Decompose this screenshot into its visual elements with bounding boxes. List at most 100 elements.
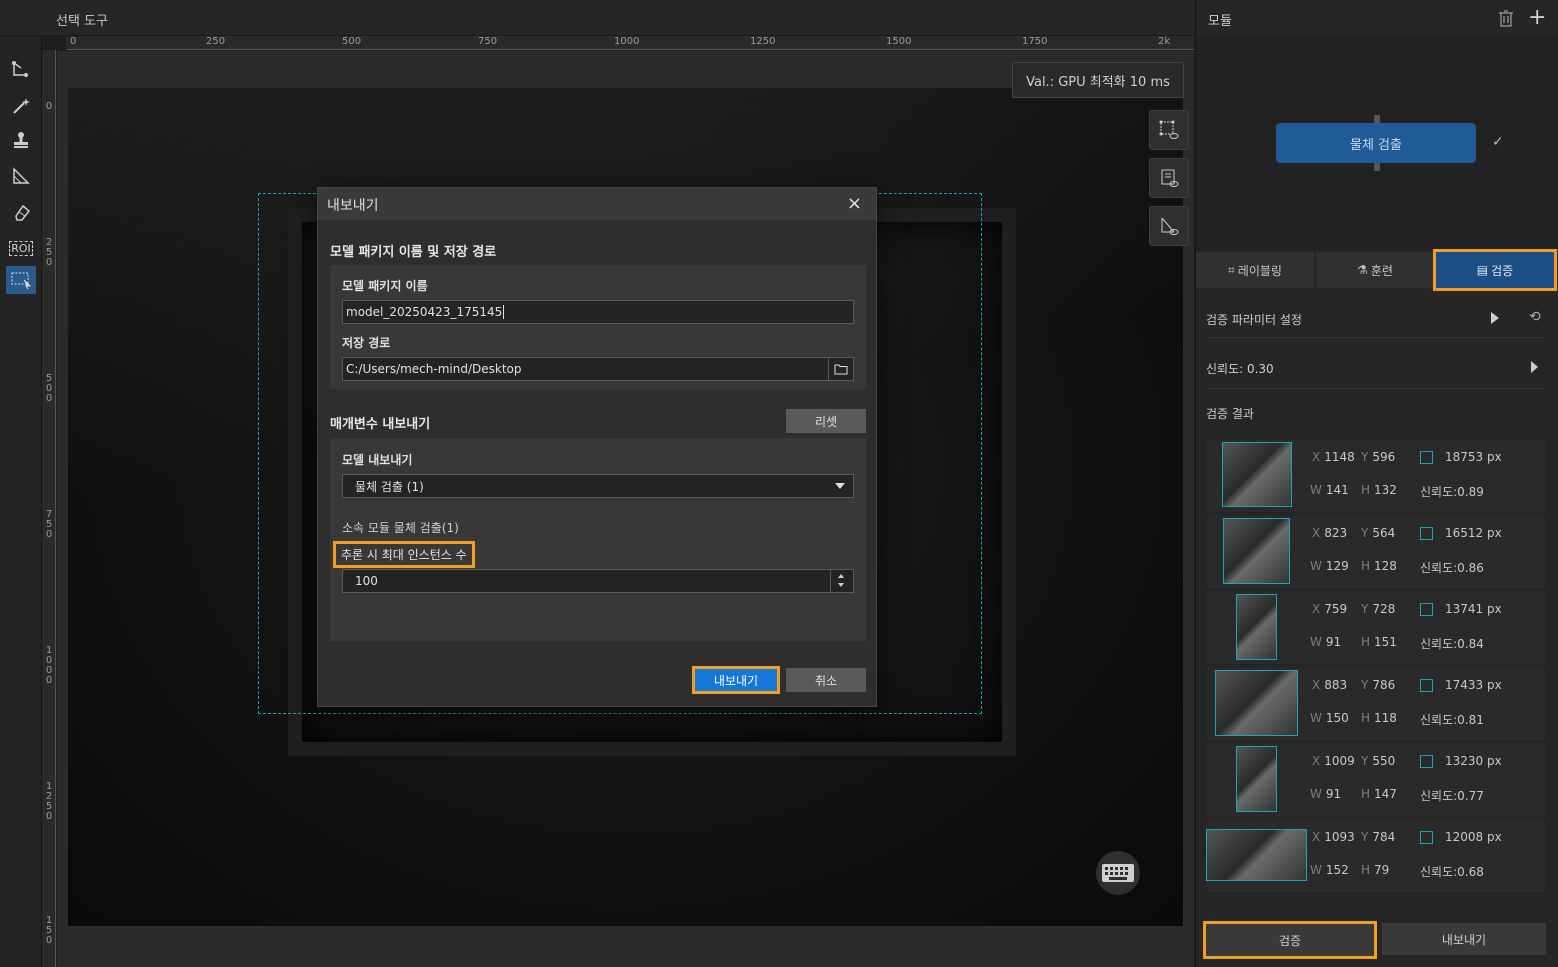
- result-area: 13230 px: [1445, 754, 1502, 768]
- result-w: W 91: [1310, 635, 1342, 649]
- canvas-title-bar: 선택 도구: [0, 0, 1195, 36]
- show-labels-icon[interactable]: [1149, 110, 1189, 150]
- ruler-tick-label: 1 2 5 0: [45, 781, 53, 822]
- result-w: W 150: [1310, 711, 1349, 725]
- result-thumbnail: [1222, 442, 1292, 507]
- folder-icon[interactable]: [828, 358, 853, 380]
- result-thumbnail: [1223, 518, 1290, 584]
- tab-training[interactable]: ⚗ 훈련: [1316, 252, 1434, 288]
- ruler-tick-label: 1 0 0 0: [45, 645, 53, 686]
- result-h: H 132: [1361, 483, 1397, 497]
- roi-tool[interactable]: ROI: [6, 234, 36, 262]
- mask-tool-icon[interactable]: [6, 162, 36, 190]
- result-thumbnail: [1215, 670, 1298, 736]
- result-thumbnail: [1206, 829, 1307, 881]
- result-y: Y 784: [1361, 830, 1396, 844]
- chevron-down-icon: [835, 483, 845, 489]
- result-checkbox[interactable]: [1420, 451, 1433, 464]
- add-icon[interactable]: +: [1528, 7, 1546, 29]
- tab-labeling-label: 레이블링: [1237, 263, 1282, 278]
- close-icon[interactable]: ×: [847, 193, 862, 214]
- ruler-tick-label: 0: [45, 101, 53, 112]
- bottom-actions: 검증 내보내기: [1196, 915, 1558, 967]
- ruler-tick-label: 1500: [886, 36, 912, 47]
- result-confidence: 신뢰도:0.89: [1420, 485, 1484, 499]
- dialog-export-button[interactable]: 내보내기: [692, 666, 780, 694]
- package-name-value: model_20250423_175145: [346, 305, 503, 319]
- module-panel-title: 모듈: [1208, 14, 1232, 29]
- labeling-icon: ⌗: [1228, 262, 1235, 277]
- ruler-tick-label: 5 0 0: [45, 373, 53, 404]
- result-confidence: 신뢰도:0.77: [1420, 789, 1484, 803]
- magic-wand-icon[interactable]: [6, 92, 36, 120]
- ruler-tick-label: 2 5 0: [45, 237, 53, 268]
- tab-validation[interactable]: ▤ 검증: [1433, 249, 1557, 291]
- result-area: 12008 px: [1445, 830, 1502, 844]
- selection-tool-icon[interactable]: [6, 266, 36, 294]
- spin-arrows-icon[interactable]: [830, 570, 853, 592]
- result-checkbox[interactable]: [1420, 755, 1433, 768]
- validation-icon: ▤: [1476, 263, 1489, 277]
- history-icon[interactable]: ⟲: [1529, 309, 1541, 325]
- tab-labeling[interactable]: ⌗ 레이블링: [1196, 252, 1314, 288]
- result-item[interactable]: X 1093 Y 784 12008 px W 152 H 79 신뢰도:0.68: [1206, 820, 1546, 893]
- result-y: Y 596: [1361, 450, 1396, 464]
- max-instances-spinbox[interactable]: 100: [342, 569, 854, 593]
- result-item[interactable]: X 823 Y 564 16512 px W 129 H 128 신뢰도:0.86: [1206, 516, 1546, 589]
- result-y: Y 786: [1361, 678, 1396, 692]
- play-icon[interactable]: [1491, 312, 1499, 324]
- package-panel: 모델 패키지 이름 model_20250423_175145 저장 경로 C:…: [330, 265, 866, 389]
- play-icon[interactable]: [1531, 361, 1538, 373]
- show-mask-icon[interactable]: [1149, 206, 1189, 246]
- result-checkbox[interactable]: [1420, 527, 1433, 540]
- result-area: 17433 px: [1445, 678, 1502, 692]
- export-dialog: 내보내기 × 모델 패키지 이름 및 저장 경로 모델 패키지 이름 model…: [317, 187, 877, 707]
- result-item[interactable]: X 1148 Y 596 18753 px W 141 H 132 신뢰도:0.89: [1206, 440, 1546, 513]
- result-checkbox[interactable]: [1420, 603, 1433, 616]
- package-name-input[interactable]: model_20250423_175145: [342, 300, 854, 324]
- module-node-object-detection[interactable]: 물체 검출: [1276, 123, 1476, 163]
- result-w: W 129: [1310, 559, 1349, 573]
- model-select[interactable]: 물체 검출 (1): [342, 474, 854, 498]
- keyboard-icon[interactable]: [1096, 851, 1140, 895]
- result-checkbox[interactable]: [1420, 831, 1433, 844]
- ruler-tick-label: 1000: [614, 36, 640, 47]
- result-item[interactable]: X 759 Y 728 13741 px W 91 H 151 신뢰도:0.84: [1206, 592, 1546, 665]
- ruler-tick-label: 750: [478, 36, 498, 47]
- save-path-input[interactable]: C:/Users/mech-mind/Desktop: [342, 357, 854, 381]
- validate-button[interactable]: 검증: [1203, 921, 1377, 959]
- result-x: X 883: [1312, 678, 1348, 692]
- result-x: X 823: [1312, 526, 1348, 540]
- save-path-label: 저장 경로: [342, 336, 391, 350]
- result-w: W 152: [1310, 863, 1349, 877]
- result-y: Y 550: [1361, 754, 1396, 768]
- dialog-header: 내보내기 ×: [318, 188, 876, 220]
- result-checkbox[interactable]: [1420, 679, 1433, 692]
- show-results-icon[interactable]: [1149, 158, 1189, 198]
- stamp-icon[interactable]: [6, 126, 36, 154]
- module-panel: 모듈 + 물체 검출 ✓ ⌗ 레이블링 ⚗ 훈련 ▤ 검증 검증 파라미터 설정 ⟲ …: [1195, 0, 1558, 967]
- section-package-title: 모델 패키지 이름 및 저장 경로: [330, 245, 497, 260]
- confidence-row[interactable]: 신뢰도: 0.30: [1206, 360, 1274, 377]
- horizontal-ruler: 0 250 500 750 1000 1250 1500 1750 2k: [66, 36, 1194, 50]
- reset-button[interactable]: 리셋: [786, 409, 866, 433]
- result-item[interactable]: X 1009 Y 550 13230 px W 91 H 147 신뢰도:0.77: [1206, 744, 1546, 817]
- vertical-ruler: 0 2 5 0 5 0 0 7 5 0 1 0 0 0 1 2 5 0 1 5 …: [42, 50, 56, 967]
- training-icon: ⚗: [1357, 263, 1368, 277]
- param-settings-row[interactable]: 검증 파라미터 설정: [1206, 311, 1302, 328]
- model-select-value: 물체 검출 (1): [355, 479, 424, 494]
- tab-validation-label: 검증: [1491, 263, 1514, 278]
- eraser-icon[interactable]: [6, 198, 36, 226]
- left-toolbar: ROI: [0, 36, 42, 967]
- result-x: X 1093: [1312, 830, 1355, 844]
- val-indicator: Val.: GPU 최적화 10 ms: [1012, 62, 1184, 98]
- ruler-tick-label: 7 5 0: [45, 509, 53, 540]
- trash-icon[interactable]: [1498, 9, 1514, 30]
- result-x: X 759: [1312, 602, 1348, 616]
- export-button[interactable]: 내보내기: [1382, 923, 1546, 955]
- result-item[interactable]: X 883 Y 786 17433 px W 150 H 118 신뢰도:0.81: [1206, 668, 1546, 741]
- polygon-tool-icon[interactable]: [6, 56, 36, 84]
- sub-module-label: 소속 모듈 물체 검출(1): [342, 521, 459, 535]
- result-thumbnail: [1236, 746, 1277, 812]
- dialog-cancel-button[interactable]: 취소: [786, 668, 866, 692]
